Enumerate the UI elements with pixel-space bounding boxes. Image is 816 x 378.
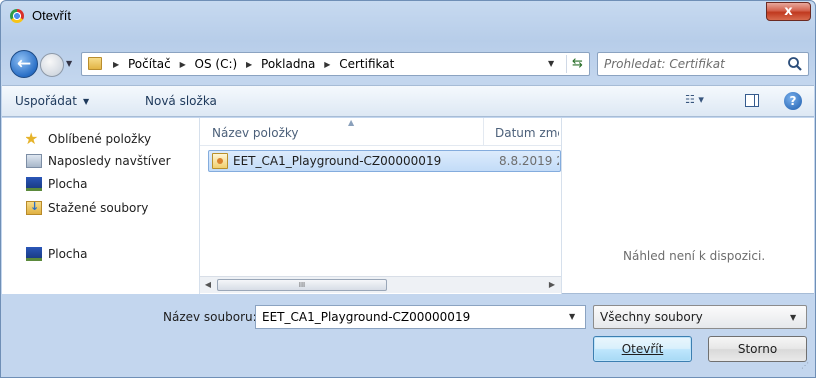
nav-item-recent-places[interactable]: Naposledy navštíver [26, 152, 198, 172]
nav-item-label: Stažené soubory [48, 201, 149, 215]
resize-grip-icon[interactable]: ⋰ [801, 362, 811, 373]
chevron-down-icon: ▼ [82, 97, 90, 106]
nav-item-label: Naposledy navštíver [48, 154, 171, 168]
breadcrumb-drive[interactable]: OS (C:) [195, 57, 238, 71]
nav-item-desktop[interactable]: Plocha [26, 175, 198, 195]
preview-pane-button[interactable] [745, 94, 759, 107]
cancel-button[interactable]: Storno [708, 336, 807, 362]
open-button-label: Otevřít [621, 342, 664, 356]
new-folder-button[interactable]: Nová složka [145, 94, 217, 108]
change-view-button[interactable]: ☷ ▾ [685, 93, 725, 111]
command-toolbar: Uspořádat ▼ Nová složka ☷ ▾ ? [2, 85, 814, 117]
file-type-value: Všechny soubory [600, 310, 703, 324]
chevron-down-icon: ▼ [790, 313, 797, 322]
breadcrumb-pokladna[interactable]: Pokladna [261, 57, 315, 71]
horizontal-scrollbar[interactable]: ◀ III ▶ [200, 276, 561, 293]
open-button[interactable]: Otevřít [593, 336, 692, 362]
chevron-right-icon[interactable]: ▶ [180, 60, 186, 69]
search-icon[interactable] [786, 55, 804, 73]
file-date: 8.8.2019 21 [499, 154, 559, 168]
certificate-file-icon [212, 153, 228, 169]
star-icon: ★ [26, 130, 39, 148]
scroll-left-icon[interactable]: ◀ [201, 279, 215, 291]
preview-pane: Náhled není k dispozici. [561, 118, 814, 294]
help-icon[interactable]: ? [784, 92, 802, 110]
column-divider[interactable] [483, 118, 484, 146]
breadcrumb-certifikat[interactable]: Certifikat [339, 57, 394, 71]
address-dropdown-icon[interactable]: ▼ [548, 59, 554, 68]
filename-input[interactable] [260, 308, 560, 326]
address-bar[interactable]: ▶ Počítač ▶ OS (C:) ▶ Pokladna ▶ Certifi… [81, 52, 590, 76]
nav-item-label: Plocha [48, 177, 88, 191]
organize-button[interactable]: Uspořádat ▼ [15, 94, 89, 108]
recent-places-icon [26, 154, 42, 168]
nav-item-label: Oblíbené položky [48, 132, 152, 146]
refresh-button[interactable]: ⇆ [566, 55, 588, 73]
search-input[interactable] [602, 55, 782, 73]
table-row[interactable]: EET_CA1_Playground-CZ00000019 8.8.2019 2… [208, 150, 561, 172]
chevron-down-icon[interactable]: ▼ [569, 312, 575, 321]
scroll-thumb[interactable]: III [217, 279, 387, 291]
close-button[interactable]: x [766, 2, 811, 21]
scroll-right-icon[interactable]: ▶ [545, 279, 559, 291]
forward-button[interactable] [40, 53, 64, 77]
breadcrumb-computer[interactable]: Počítač [128, 57, 171, 71]
nav-item-downloads[interactable]: Stažené soubory [26, 199, 198, 219]
main-area: ★ Oblíbené položky Naposledy navštíver P… [2, 118, 814, 294]
nav-item-favorites[interactable]: ★ Oblíbené položky [26, 130, 198, 150]
column-header-date[interactable]: Datum změ [495, 126, 559, 140]
breadcrumb: ▶ Počítač ▶ OS (C:) ▶ Pokladna ▶ Certifi… [108, 57, 394, 71]
chevron-right-icon[interactable]: ▶ [246, 60, 252, 69]
filename-combobox[interactable]: ▼ [255, 305, 586, 329]
sort-ascending-icon: ▲ [348, 118, 355, 127]
chevron-right-icon[interactable]: ▶ [324, 60, 330, 69]
filename-label: Název souboru: [163, 310, 257, 324]
recent-pages-dropdown[interactable]: ▼ [66, 58, 78, 70]
column-header-name[interactable]: Název položky [212, 126, 298, 140]
preview-empty-text: Náhled není k dispozici. [623, 249, 766, 263]
file-name: EET_CA1_Playground-CZ00000019 [233, 154, 442, 168]
folder-icon [88, 57, 102, 70]
organize-label: Uspořádat [15, 94, 77, 108]
file-type-select[interactable]: Všechny soubory ▼ [593, 305, 807, 329]
back-arrow-icon: ← [16, 54, 32, 74]
open-file-dialog: Otevřít x ← ▼ ▶ Počítač ▶ OS (C:) ▶ Pokl… [0, 0, 816, 378]
chrome-icon [10, 9, 24, 23]
back-button[interactable]: ← [10, 50, 38, 78]
chevron-right-icon[interactable]: ▶ [113, 60, 119, 69]
desktop-icon [26, 247, 42, 261]
column-header-row: Název položky ▲ Datum změ [200, 118, 561, 146]
nav-item-desktop-root[interactable]: Plocha [26, 245, 198, 265]
desktop-icon [26, 177, 42, 191]
title-bar[interactable]: Otevřít x [1, 1, 815, 31]
downloads-icon [26, 200, 42, 215]
nav-item-label: Plocha [48, 247, 88, 261]
file-list[interactable]: Název položky ▲ Datum změ EET_CA1_Playgr… [200, 118, 561, 294]
navigation-pane[interactable]: ★ Oblíbené položky Naposledy navštíver P… [2, 118, 200, 294]
search-box[interactable] [597, 52, 809, 76]
window-title: Otevřít [32, 8, 72, 23]
